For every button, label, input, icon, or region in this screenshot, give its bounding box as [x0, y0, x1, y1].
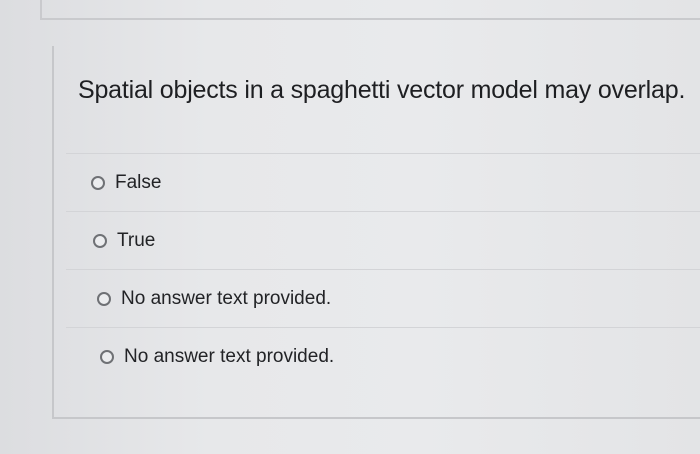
option-false[interactable]: False — [66, 153, 700, 211]
quiz-screen: Spatial objects in a spaghetti vector mo… — [0, 0, 700, 454]
option-label: No answer text provided. — [121, 287, 332, 309]
radio-button-true[interactable] — [93, 233, 107, 248]
option-true[interactable]: True — [66, 211, 700, 269]
previous-question-card-edge — [40, 0, 700, 20]
option-no-answer-2[interactable]: No answer text provided. — [66, 327, 700, 385]
option-label: No answer text provided. — [124, 345, 335, 367]
radio-button-no-answer-1[interactable] — [97, 291, 111, 306]
radio-button-false[interactable] — [91, 175, 105, 190]
question-text: Spatial objects in a spaghetti vector mo… — [78, 76, 686, 104]
option-no-answer-1[interactable]: No answer text provided. — [66, 269, 700, 327]
option-label: False — [115, 171, 162, 193]
answer-options: False True No answer text provided. No a… — [66, 153, 700, 385]
option-label: True — [117, 229, 156, 251]
radio-button-no-answer-2[interactable] — [100, 349, 114, 364]
